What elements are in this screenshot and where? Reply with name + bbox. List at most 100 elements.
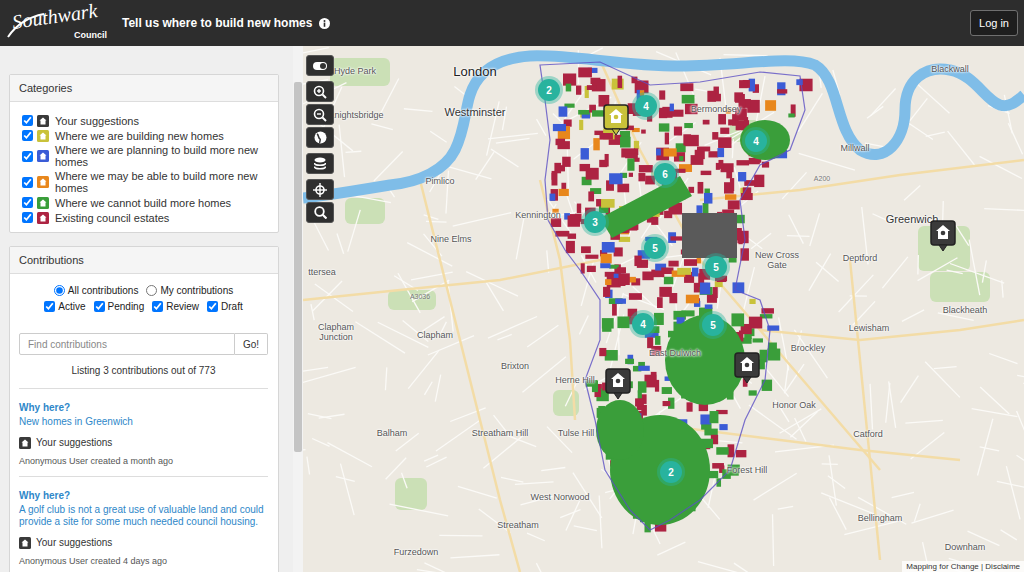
cluster-marker[interactable]: 4 xyxy=(635,95,657,117)
tool-group xyxy=(306,81,334,148)
category-item[interactable]: Where we are building new homes xyxy=(22,129,270,142)
category-item[interactable]: Where we cannot build more homes xyxy=(22,196,270,209)
scope-radio[interactable] xyxy=(146,285,157,296)
contribution-heading[interactable]: Why here? xyxy=(19,402,268,413)
scrollbar-thumb[interactable] xyxy=(294,82,302,452)
contribution-item[interactable]: Why here? New homes in Greenwich Your su… xyxy=(19,389,268,477)
category-checkbox[interactable] xyxy=(22,130,33,141)
category-item[interactable]: Where we may be able to build more new h… xyxy=(22,170,270,194)
category-name: Your suggestions xyxy=(36,537,112,548)
go-button[interactable]: Go! xyxy=(235,333,268,355)
place-label: Hyde Park xyxy=(334,66,376,76)
place-label: Balham xyxy=(377,428,408,438)
locate-button[interactable] xyxy=(306,179,334,200)
map-attribution[interactable]: Mapping for Change | Disclaime xyxy=(902,561,1024,572)
place-label: Blackwall xyxy=(931,64,969,74)
scope-option[interactable]: My contributions xyxy=(146,285,233,296)
map-marker[interactable] xyxy=(930,220,956,252)
contribution-heading[interactable]: Why here? xyxy=(19,490,268,501)
category-checkbox[interactable] xyxy=(22,197,33,208)
cluster-marker[interactable]: 5 xyxy=(702,314,724,336)
map-marker[interactable] xyxy=(605,368,631,400)
cluster-marker[interactable]: 2 xyxy=(660,461,682,483)
category-checkbox[interactable] xyxy=(22,151,33,162)
zoom-in-icon xyxy=(313,85,327,99)
search-button[interactable] xyxy=(306,202,334,223)
river-thames xyxy=(303,56,1024,198)
place-label: Bermondsey xyxy=(691,104,742,114)
category-checkbox[interactable] xyxy=(22,212,33,223)
listing-summary: Listing 3 contributions out of 773 xyxy=(19,355,268,389)
contribution-title[interactable]: New homes in Greenwich xyxy=(19,416,268,429)
category-list: Your suggestions Where we are building n… xyxy=(10,102,278,232)
cluster-marker[interactable]: 2 xyxy=(538,79,560,101)
filter-checkbox[interactable] xyxy=(94,301,105,312)
cluster-marker[interactable]: 5 xyxy=(644,237,666,259)
filter-option[interactable]: Draft xyxy=(207,301,243,312)
map[interactable]: A3036A200 LondonWestminsterBermondseyBla… xyxy=(303,46,1024,572)
cluster-marker[interactable]: 4 xyxy=(745,130,767,152)
map-canvas[interactable] xyxy=(303,46,1024,572)
filter-checkbox[interactable] xyxy=(207,301,218,312)
category-item[interactable]: Existing council estates xyxy=(22,211,270,224)
cluster-marker[interactable]: 5 xyxy=(705,256,727,278)
info-icon[interactable] xyxy=(319,18,330,29)
place-label: Westminster xyxy=(445,106,506,119)
zoom-out-button[interactable] xyxy=(306,104,334,125)
zoom-in-button[interactable] xyxy=(306,81,334,102)
borough-boundary xyxy=(540,62,805,530)
place-label: East Dulwich xyxy=(649,348,701,358)
filter-checkbox[interactable] xyxy=(44,301,55,312)
park xyxy=(918,226,970,271)
cluster-count: 4 xyxy=(643,101,649,112)
map-toolbar xyxy=(306,55,334,223)
map-marker[interactable] xyxy=(603,104,629,136)
cluster-count: 2 xyxy=(546,85,552,96)
sidebar-scrollbar[interactable] xyxy=(293,46,303,572)
filter-option[interactable]: Active xyxy=(44,301,85,312)
search-input[interactable] xyxy=(19,333,235,355)
toggle-button[interactable] xyxy=(306,55,334,76)
place-label: Downham xyxy=(945,542,986,552)
cluster-marker[interactable]: 6 xyxy=(654,163,676,185)
cluster-count: 2 xyxy=(668,467,674,478)
place-label: Bellingham xyxy=(858,513,903,523)
filter-option[interactable]: Review xyxy=(152,301,199,312)
filter-label: Draft xyxy=(221,301,243,312)
login-button[interactable]: Log in xyxy=(970,10,1018,36)
filter-checkbox[interactable] xyxy=(152,301,163,312)
category-icon xyxy=(19,437,31,449)
filter-option[interactable]: Pending xyxy=(94,301,145,312)
globe-button[interactable] xyxy=(306,127,334,148)
tool-group xyxy=(306,179,334,223)
southwark-logo[interactable]: Southwark Council xyxy=(6,1,106,45)
place-label: London xyxy=(453,65,496,80)
search-icon xyxy=(314,206,327,219)
categories-panel: Categories Your suggestions Where we are… xyxy=(9,74,279,233)
app: Southwark Council Tell us where to build… xyxy=(0,0,1024,572)
scope-option[interactable]: All contributions xyxy=(54,285,139,296)
park xyxy=(345,198,385,224)
contribution-title[interactable]: A golf club is not a great use of valuab… xyxy=(19,504,268,529)
map-marker[interactable] xyxy=(734,352,760,384)
category-checkbox[interactable] xyxy=(22,177,33,188)
cluster-marker[interactable]: 3 xyxy=(584,211,606,233)
category-checkbox[interactable] xyxy=(22,115,33,126)
page-title: Tell us where to build new homes xyxy=(122,16,970,30)
place-label: New Cross Gate xyxy=(747,250,807,271)
place-label: Streatham xyxy=(497,520,539,530)
place-label: West Norwood xyxy=(531,492,590,502)
category-icon xyxy=(37,176,49,188)
category-item[interactable]: Where we are planning to build more new … xyxy=(22,144,270,168)
category-label: Where we are building new homes xyxy=(55,130,224,142)
category-item[interactable]: Your suggestions xyxy=(22,114,270,127)
cluster-marker[interactable]: 4 xyxy=(632,313,654,335)
contribution-item[interactable]: Why here? A golf club is not a great use… xyxy=(19,477,268,572)
place-label: Herne Hill xyxy=(555,375,595,385)
cluster-count: 6 xyxy=(662,169,668,180)
search-bar: Go! xyxy=(19,333,268,355)
major-road xyxy=(700,160,1024,200)
layers-button[interactable] xyxy=(306,153,334,174)
scope-radio[interactable] xyxy=(54,285,65,296)
marker-pin-icon xyxy=(603,104,629,136)
